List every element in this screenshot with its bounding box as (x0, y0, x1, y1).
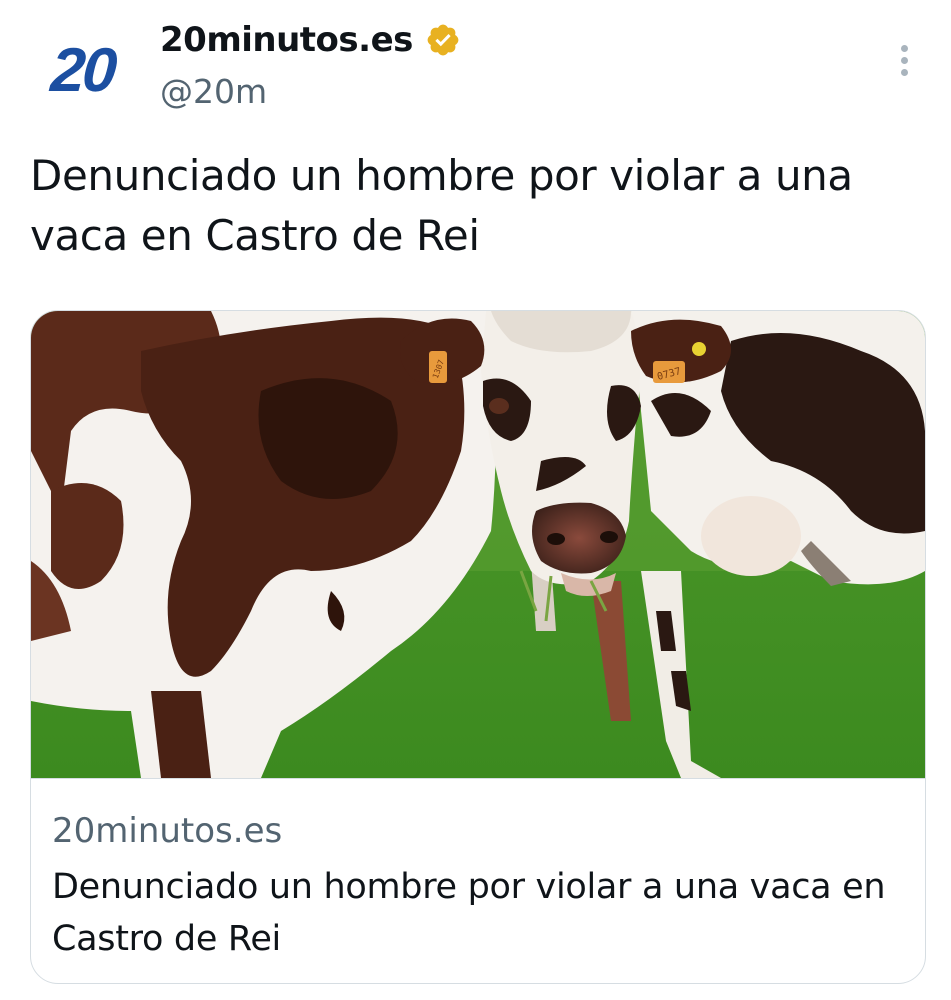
more-options-icon (900, 44, 908, 52)
tweet-text: Denunciado un hombre por violar a una va… (30, 151, 853, 260)
more-options-icon-dot (900, 68, 908, 76)
link-card-domain: 20minutos.es (52, 811, 283, 851)
more-options-button[interactable] (886, 38, 922, 82)
author-display-name[interactable]: 20minutos.es (160, 20, 413, 60)
tweet: 20 20minutos.es @20m Denunciado un hombr… (0, 0, 951, 1000)
link-card-footer: 20minutos.es Denunciado un hombre por vi… (31, 778, 925, 983)
avatar-logo-text: 20 (48, 35, 116, 105)
verified-badge-icon (427, 24, 459, 56)
cow-photo-image: 1307 0737 (31, 311, 925, 778)
author-avatar[interactable]: 20 (30, 28, 134, 112)
link-preview-card[interactable]: 1307 0737 20minutos.es Denunciado un hom… (30, 310, 926, 984)
author-handle[interactable]: @20m (160, 72, 267, 111)
more-options-icon-dot (900, 56, 908, 64)
link-card-title: Denunciado un hombre por violar a una va… (52, 867, 886, 959)
author-name-row: 20minutos.es (160, 20, 461, 60)
